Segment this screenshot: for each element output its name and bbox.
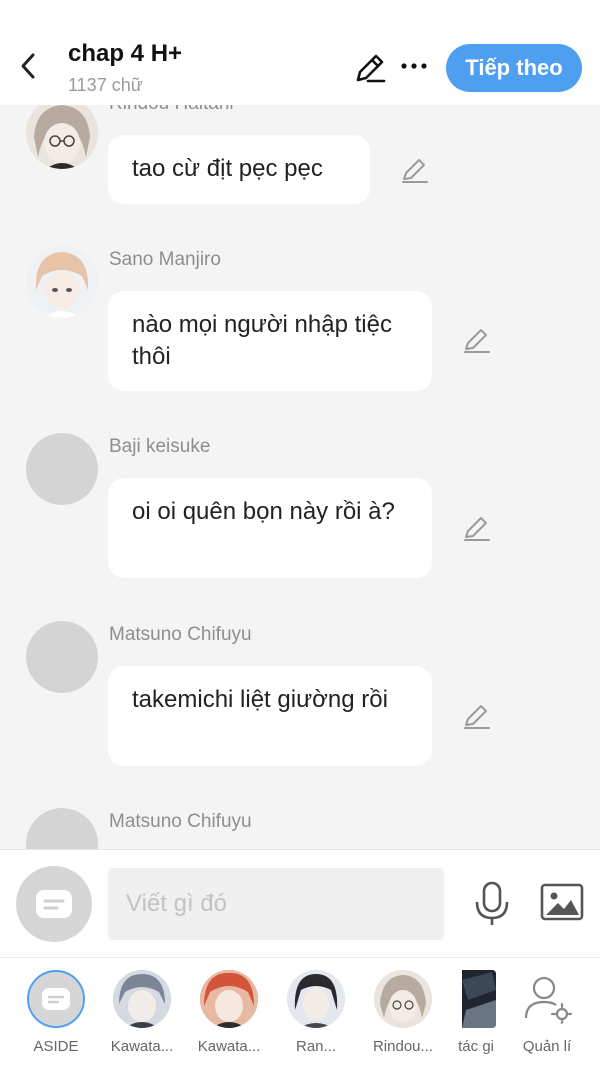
character-bar: ASIDE Kawata... Kawata... Ran... Rindou.… [0, 957, 600, 1067]
avatar [200, 970, 258, 1028]
character-portrait [287, 970, 345, 1028]
avatar[interactable] [26, 105, 98, 169]
insert-image-button[interactable] [540, 882, 584, 922]
character-portrait [26, 246, 98, 318]
manage-characters-button[interactable]: Quản lí [508, 970, 586, 1055]
back-button[interactable] [12, 46, 44, 86]
word-count: 1137 chữ [68, 75, 143, 95]
character-label: Quản lí [522, 1038, 572, 1055]
character-portrait [113, 970, 171, 1028]
avatar [518, 970, 576, 1028]
edit-title-button[interactable] [352, 50, 388, 86]
character-label: tác gi [458, 1038, 494, 1055]
avatar[interactable] [26, 433, 98, 505]
sender-name: Baji keisuke [109, 436, 211, 457]
message-bubble[interactable]: tao cừ địt pẹc pẹc [108, 135, 370, 204]
edit-message-button[interactable] [462, 513, 492, 543]
message-bubble[interactable]: takemichi liệt giường rồi [108, 666, 432, 766]
message-input[interactable] [108, 868, 444, 940]
character-item[interactable]: Rindou... [364, 970, 442, 1055]
avatar[interactable] [26, 621, 98, 693]
top-bar: chap 4 H+ 1137 chữ Tiếp theo [0, 0, 600, 105]
sender-name: Sano Manjiro [109, 249, 221, 270]
edit-message-button[interactable] [462, 701, 492, 731]
character-item[interactable]: Kawata... [103, 970, 181, 1055]
avatar [113, 970, 171, 1028]
avatar [27, 970, 85, 1028]
character-item[interactable]: Kawata... [190, 970, 268, 1055]
narration-mode-button[interactable] [16, 866, 92, 942]
character-portrait [462, 970, 496, 1028]
pencil-icon [464, 705, 490, 729]
character-portrait [26, 105, 98, 169]
message-bubble[interactable]: oi oi quên bọn này rồi à? [108, 478, 432, 578]
chapter-title: chap 4 H+ [68, 40, 183, 67]
image-icon [540, 883, 584, 921]
pencil-icon [356, 54, 386, 83]
more-options-button[interactable] [398, 50, 430, 82]
sender-name: Matsuno Chifuyu [109, 624, 252, 645]
character-label: ASIDE [33, 1038, 79, 1055]
composer-bar [0, 849, 600, 957]
pencil-icon [464, 517, 490, 541]
character-item[interactable]: tác gi [436, 970, 508, 1055]
character-portrait [374, 970, 432, 1028]
message-list[interactable]: Rindou Haitani tao cừ địt pẹc pẹc Sano M… [0, 105, 600, 849]
character-item[interactable]: Ran... [277, 970, 355, 1055]
message-box-icon [36, 890, 72, 918]
chevron-left-icon [21, 53, 35, 79]
edit-message-button[interactable] [462, 325, 492, 355]
character-aside[interactable]: ASIDE [17, 970, 95, 1055]
character-label: Kawata... [110, 1038, 174, 1055]
avatar[interactable] [26, 808, 98, 849]
edit-message-button[interactable] [400, 155, 430, 185]
avatar [287, 970, 345, 1028]
pencil-icon [402, 159, 428, 183]
more-dots-icon [401, 63, 427, 69]
avatar[interactable] [26, 246, 98, 318]
next-button[interactable]: Tiếp theo [446, 44, 582, 92]
message-bubble[interactable]: nào mọi người nhập tiệc thôi [108, 291, 432, 391]
sender-name: Rindou Haitani [109, 105, 234, 115]
sender-name: Matsuno Chifuyu [109, 811, 252, 832]
user-settings-icon [524, 976, 574, 1026]
character-label: Rindou... [372, 1038, 434, 1055]
character-label: Kawata... [197, 1038, 261, 1055]
character-label: Ran... [295, 1038, 337, 1055]
character-portrait [200, 970, 258, 1028]
message-box-icon [42, 988, 70, 1010]
avatar [374, 970, 432, 1028]
microphone-icon [475, 881, 509, 925]
avatar [462, 970, 496, 1028]
microphone-button[interactable] [472, 880, 512, 928]
pencil-icon [464, 329, 490, 353]
